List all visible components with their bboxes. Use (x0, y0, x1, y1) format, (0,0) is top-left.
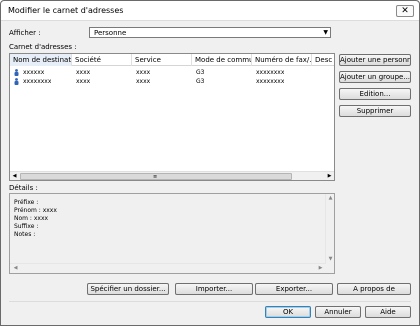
cell-fax: xxxxxxxx (256, 78, 285, 85)
window-title: Modifier le carnet d'adresses (8, 6, 124, 15)
separator (9, 301, 411, 302)
table-row[interactable]: xxxxxx xxxx xxxx G3 xxxxxxxx (10, 68, 334, 77)
display-select[interactable]: Personne ▼ (89, 27, 331, 38)
close-button[interactable]: ✕ (396, 5, 414, 17)
detail-prefix: Préfixe : (14, 199, 39, 206)
person-icon (14, 69, 19, 76)
scroll-left-icon[interactable]: ◀ (11, 265, 20, 273)
column-header-name[interactable]: Nom de destinati... (10, 54, 72, 66)
display-select-value: Personne (94, 29, 127, 37)
cell-mode: G3 (196, 78, 205, 85)
column-header-fax[interactable]: Numéro de fax/... (252, 54, 312, 66)
detail-notes: Notes : (14, 231, 36, 238)
scrollbar-thumb[interactable]: ≡ (20, 173, 292, 180)
dialog-window: Modifier le carnet d'adresses ✕ Afficher… (0, 0, 420, 326)
scroll-down-icon[interactable]: ▼ (326, 256, 335, 264)
export-button[interactable]: Exporter... (255, 283, 333, 295)
about-button[interactable]: A propos de (337, 283, 411, 295)
details-label: Détails : (9, 184, 38, 192)
cancel-button[interactable]: Annuler (315, 306, 361, 318)
detail-suffix: Suffixe : (14, 223, 39, 230)
cell-fax: xxxxxxxx (256, 69, 285, 76)
list-header: Nom de destinati... Société Service Mode… (10, 54, 334, 66)
address-list[interactable]: Nom de destinati... Société Service Mode… (9, 53, 335, 181)
person-icon (14, 78, 19, 85)
scroll-right-icon[interactable]: ▶ (316, 265, 325, 273)
cell-name: xxxxxx (23, 69, 45, 76)
chevron-down-icon: ▼ (323, 29, 328, 36)
grip-icon: ≡ (153, 174, 158, 180)
list-horizontal-scrollbar[interactable]: ◀ ≡ ▶ (10, 171, 334, 180)
display-label: Afficher : (9, 29, 41, 37)
detail-lastname: Nom : xxxx (14, 215, 49, 222)
table-row[interactable]: xxxxxxxx xxxx xxxx G3 xxxxxxxx (10, 77, 334, 86)
column-header-service[interactable]: Service (132, 54, 192, 66)
cell-service: xxxx (136, 69, 151, 76)
column-header-mode[interactable]: Mode de commu... (192, 54, 252, 66)
details-vertical-scrollbar[interactable]: ▲ ▼ (325, 194, 334, 264)
add-group-button[interactable]: Ajouter un groupe... (339, 71, 411, 83)
title-bar[interactable]: Modifier le carnet d'adresses ✕ (1, 1, 419, 21)
address-book-label: Carnet d'adresses : (9, 43, 77, 51)
scroll-right-icon[interactable]: ▶ (325, 172, 334, 180)
scroll-up-icon[interactable]: ▲ (326, 195, 335, 203)
ok-button[interactable]: OK (265, 306, 311, 318)
cell-company: xxxx (76, 69, 91, 76)
add-person-button[interactable]: Ajouter une personne... (339, 54, 411, 66)
cell-mode: G3 (196, 69, 205, 76)
import-button[interactable]: Importer... (175, 283, 253, 295)
cell-company: xxxx (76, 78, 91, 85)
cell-service: xxxx (136, 78, 151, 85)
cell-name: xxxxxxxx (23, 78, 52, 85)
column-header-company[interactable]: Société (72, 54, 132, 66)
details-horizontal-scrollbar[interactable]: ◀ ▶ (10, 263, 326, 273)
edit-button[interactable]: Edition... (339, 88, 411, 100)
delete-button[interactable]: Supprimer (339, 105, 411, 117)
detail-firstname: Prénom : xxxx (14, 207, 57, 214)
details-panel: Préfixe : Prénom : xxxx Nom : xxxx Suffi… (9, 193, 335, 274)
column-header-desc[interactable]: Desc (312, 54, 334, 66)
specify-folder-button[interactable]: Spécifier un dossier... (87, 283, 169, 295)
close-icon: ✕ (401, 6, 409, 16)
scroll-left-icon[interactable]: ◀ (10, 172, 19, 180)
help-button[interactable]: Aide (365, 306, 411, 318)
